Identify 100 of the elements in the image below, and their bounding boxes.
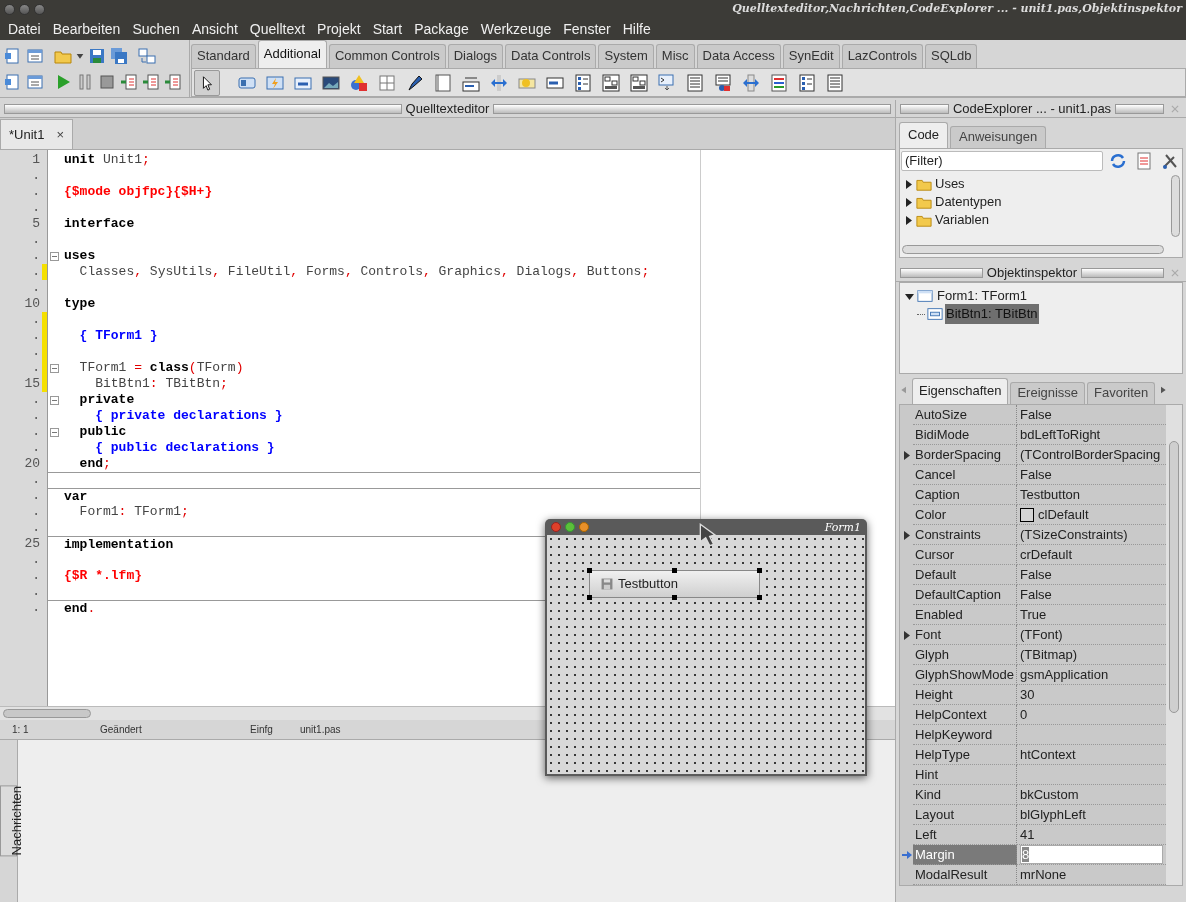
palette-tab[interactable]: SQLdb (925, 44, 978, 68)
property-value[interactable]: False (1020, 564, 1052, 585)
palette-tab[interactable]: SynEdit (782, 44, 840, 68)
property-name[interactable]: Glyph (913, 645, 1017, 665)
expand-arrow-icon[interactable] (902, 450, 911, 460)
minimize-window-button[interactable] (579, 522, 589, 532)
menu-item[interactable]: Werkzeuge (474, 18, 558, 40)
palette-tab[interactable]: Misc (655, 44, 695, 68)
property-value[interactable]: False (1020, 464, 1052, 485)
property-name[interactable]: Color (913, 505, 1017, 525)
property-value-field[interactable]: 8 (1020, 845, 1163, 864)
property-name[interactable]: Constraints (913, 525, 1017, 545)
property-name[interactable]: Hint (913, 765, 1017, 785)
property-value[interactable]: 41 (1020, 824, 1035, 845)
property-name[interactable]: Cursor (913, 545, 1017, 565)
grip-bar[interactable] (1081, 267, 1164, 278)
list-component-button[interactable] (712, 71, 734, 94)
resize-handle[interactable] (672, 595, 677, 600)
fold-toggle-icon[interactable] (50, 395, 59, 405)
property-name[interactable]: Default (913, 565, 1017, 585)
property-name[interactable]: BorderSpacing (913, 445, 1017, 465)
menu-item[interactable]: Fenster (557, 18, 617, 40)
fold-toggle-icon[interactable] (50, 363, 59, 373)
menu-item[interactable]: Quelltext (243, 18, 312, 40)
close-window-button[interactable] (551, 522, 561, 532)
property-value[interactable]: clDefault (1038, 504, 1089, 525)
palette-tab[interactable]: Standard (191, 44, 256, 68)
property-value[interactable]: mrNone (1020, 864, 1067, 885)
palette-tab[interactable]: Data Access (696, 44, 781, 68)
property-name[interactable]: Kind (913, 785, 1017, 805)
property-value[interactable]: Testbutton (1020, 484, 1080, 505)
grip-bar[interactable] (4, 103, 402, 114)
property-name[interactable]: Cancel (913, 465, 1017, 485)
palette-tab[interactable]: Dialogs (447, 44, 503, 68)
property-value[interactable]: (TControlBorderSpacing (1020, 444, 1161, 465)
tree-item[interactable]: Datentypen (935, 192, 1002, 212)
menu-item[interactable]: Suchen (126, 18, 186, 40)
property-name[interactable]: ModalResult (913, 865, 1017, 885)
property-name[interactable]: Layout (913, 805, 1017, 825)
property-value[interactable]: False (1020, 405, 1052, 425)
grip-bar[interactable] (900, 103, 949, 114)
tree-item[interactable]: Uses (935, 174, 965, 194)
resize-handle[interactable] (757, 595, 762, 600)
tree-item[interactable]: Form1: TForm1 (936, 286, 1029, 306)
property-name[interactable]: Height (913, 685, 1017, 705)
explorer-tab[interactable]: Code (899, 122, 949, 148)
expand-arrow-icon[interactable] (904, 197, 913, 207)
palette-tab[interactable]: Additional (257, 40, 327, 68)
inspector-tab[interactable]: Eigenschaften (912, 378, 1009, 404)
inspector-tab[interactable]: Favoriten (1087, 382, 1156, 404)
property-value[interactable]: (TBitmap) (1020, 644, 1078, 665)
property-name[interactable]: HelpContext (913, 705, 1017, 725)
notebook-component-button[interactable] (432, 71, 454, 94)
explorer-tab[interactable]: Anweisungen (950, 126, 1047, 148)
property-name[interactable]: Caption (913, 485, 1017, 505)
property-value[interactable]: 0 (1020, 704, 1028, 725)
palette-tab[interactable]: System (598, 44, 654, 68)
checklist-component-button[interactable] (796, 71, 818, 94)
property-value[interactable]: htContext (1020, 744, 1076, 765)
palette-tab[interactable]: LazControls (841, 44, 923, 68)
menu-item[interactable]: Projekt (311, 18, 367, 40)
tree-item[interactable]: BitBtn1: TBitBtn (945, 304, 1039, 324)
property-name[interactable]: Font (913, 625, 1017, 645)
inspector-tab[interactable]: Ereignisse (1010, 382, 1086, 404)
menu-item[interactable]: Package (408, 18, 475, 40)
fold-toggle-icon[interactable] (50, 427, 59, 437)
resize-handle[interactable] (672, 568, 677, 573)
property-value[interactable]: blGlyphLeft (1020, 804, 1086, 825)
form-button[interactable]: Testbutton (589, 570, 760, 598)
grip-bar[interactable] (1115, 103, 1164, 114)
property-name[interactable]: GlyphShowMode (913, 665, 1017, 685)
filter-field[interactable]: (Filter) (901, 151, 1103, 171)
palette-tab[interactable]: Common Controls (328, 44, 446, 68)
fold-toggle-icon[interactable] (50, 251, 59, 261)
grip-bar[interactable] (493, 103, 891, 114)
window-control-button[interactable] (4, 3, 15, 15)
expand-arrow-icon[interactable] (904, 179, 913, 189)
menu-item[interactable]: Datei (2, 18, 47, 40)
editor-tab[interactable]: *Unit1 × (0, 119, 73, 149)
bars-component-button[interactable] (768, 71, 790, 94)
palette-tab[interactable]: Data Controls (505, 44, 597, 68)
grid-component-button[interactable] (628, 71, 650, 94)
checklist-component-button[interactable] (572, 71, 594, 94)
window-control-button[interactable] (19, 3, 30, 15)
property-value[interactable]: bkCustom (1020, 784, 1079, 805)
property-value[interactable]: (TFont) (1020, 624, 1063, 645)
property-name[interactable]: Enabled (913, 605, 1017, 625)
property-value[interactable]: crDefault (1020, 544, 1073, 565)
expand-arrow-icon[interactable] (902, 630, 911, 640)
property-value[interactable]: bdLeftToRight (1020, 424, 1101, 445)
maximize-window-button[interactable] (565, 522, 575, 532)
property-name[interactable]: HelpType (913, 745, 1017, 765)
menu-item[interactable]: Hilfe (616, 18, 657, 40)
close-tab-button[interactable]: × (56, 124, 64, 145)
property-value[interactable]: 30 (1020, 684, 1035, 705)
expand-arrow-icon[interactable] (902, 530, 911, 540)
tree-item[interactable]: Variablen (935, 210, 989, 230)
property-name[interactable]: HelpKeyword (913, 725, 1017, 745)
property-value[interactable]: gsmApplication (1020, 664, 1109, 685)
property-name[interactable]: Margin (913, 845, 1017, 865)
